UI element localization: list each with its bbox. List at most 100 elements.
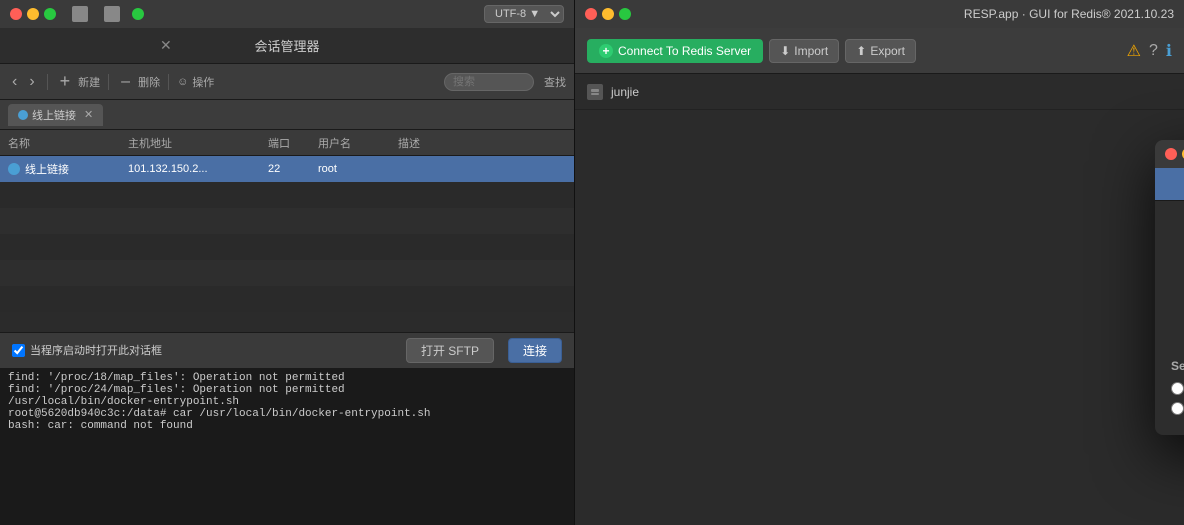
status-icon — [132, 8, 144, 20]
left-titlebar: UTF-8 ▼ — [0, 0, 574, 28]
import-button[interactable]: ⬇ Import — [769, 39, 839, 63]
username-label: Username: — [1171, 329, 1184, 343]
password-label: Password: — [1171, 293, 1184, 307]
ssh-radio[interactable] — [1171, 402, 1184, 415]
divider3 — [168, 74, 169, 90]
forward-button[interactable]: › — [25, 71, 38, 93]
r-close-button[interactable] — [585, 8, 597, 20]
terminal-line: root@5620db940c3c:/data# car /usr/local/… — [8, 408, 566, 420]
address-row: Address: : – 6377 + — [1171, 251, 1184, 277]
row-host: 101.132.150.2... — [128, 163, 268, 175]
bottom-bar: 当程序启动时打开此对话框 打开 SFTP 连接 — [0, 332, 574, 368]
auto-open-checkbox[interactable] — [12, 344, 25, 357]
address-label: Address: — [1171, 257, 1184, 271]
server-item[interactable]: junjie — [575, 74, 1184, 110]
connection-tabs: 线上链接 ✕ — [0, 100, 574, 130]
export-label: Export — [870, 44, 905, 58]
warning-icon-button[interactable]: ⚠ — [1127, 41, 1141, 61]
right-titlebar: RESP.app · GUI for Redis® 2021.10.23 — [575, 0, 1184, 28]
session-title: 会话管理器 — [254, 36, 319, 55]
right-app-title: RESP.app · GUI for Redis® 2021.10.23 — [964, 7, 1174, 21]
password-row: Password: Show password — [1171, 287, 1184, 313]
server-icon — [587, 84, 603, 100]
auto-open-label: 当程序启动时打开此对话框 — [30, 342, 162, 358]
empty-row — [0, 260, 574, 286]
import-icon: ⬇ — [780, 44, 790, 58]
modal-body: Name: Address: : – 6377 + Password: — [1155, 201, 1184, 435]
row-port: 22 — [268, 163, 318, 175]
col-host-header: 主机地址 — [128, 135, 268, 151]
encoding-selector[interactable]: UTF-8 ▼ — [484, 5, 564, 23]
ssl-row: SSL / TLS — [1171, 381, 1184, 395]
new-label: 新建 — [78, 74, 100, 90]
action-text: 操作 — [192, 74, 214, 90]
table-header: 名称 主机地址 端口 用户名 描述 — [0, 130, 574, 156]
col-port-header: 端口 — [268, 135, 318, 151]
conn-tab-label: 线上链接 — [32, 107, 76, 123]
info-icon-button[interactable]: ℹ — [1166, 41, 1172, 61]
minimize-button[interactable] — [27, 8, 39, 20]
help-icon-button[interactable]: ? — [1149, 42, 1158, 60]
left-panel: UTF-8 ▼ 会话管理器 ✕ ‹ › + 新建 – 删除 ☺ 操作 查找 线上… — [0, 0, 575, 525]
new-button[interactable]: + — [56, 69, 75, 94]
right-panel: RESP.app · GUI for Redis® 2021.10.23 + C… — [575, 0, 1184, 525]
connect-to-redis-button[interactable]: + Connect To Redis Server — [587, 39, 763, 63]
col-user-header: 用户名 — [318, 135, 398, 151]
row-name: 线上链接 — [8, 161, 128, 177]
connect-button[interactable]: 连接 — [508, 338, 562, 363]
session-toolbar: ‹ › + 新建 – 删除 ☺ 操作 查找 — [0, 64, 574, 100]
maximize-button[interactable] — [44, 8, 56, 20]
right-icon-group: ⚠ ? ℹ — [1127, 41, 1172, 61]
m-close-button[interactable] — [1165, 148, 1177, 160]
traffic-lights — [10, 8, 56, 20]
server-name: junjie — [611, 85, 639, 99]
session-bar: 会话管理器 ✕ — [0, 28, 574, 64]
export-button[interactable]: ⬆ Export — [845, 39, 916, 63]
username-row: Username: — [1171, 323, 1184, 349]
divider2 — [108, 74, 109, 90]
delete-label: 删除 — [138, 74, 160, 90]
tab-how-to-connect[interactable]: How to connect — [1155, 168, 1184, 200]
conn-icon — [18, 110, 28, 120]
new-connection-modal: New Connection Settings How to connect C… — [1155, 140, 1184, 435]
modal-titlebar: New Connection Settings — [1155, 140, 1184, 168]
table-row[interactable]: 线上链接 101.132.150.2... 22 root — [0, 156, 574, 182]
row-user: root — [318, 163, 398, 175]
connect-redis-label: Connect To Redis Server — [618, 44, 751, 58]
auto-open-checkbox-label[interactable]: 当程序启动时打开此对话框 — [12, 342, 162, 358]
name-label: Name: — [1171, 221, 1184, 235]
connection-tab[interactable]: 线上链接 ✕ — [8, 104, 103, 126]
right-traffic-lights — [585, 8, 631, 20]
right-toolbar: + Connect To Redis Server ⬇ Import ⬆ Exp… — [575, 28, 1184, 74]
security-title: Security — [1171, 359, 1184, 373]
terminal-line: bash: car: command not found — [8, 420, 566, 432]
sftp-button[interactable]: 打开 SFTP — [406, 338, 494, 363]
back-button[interactable]: ‹ — [8, 71, 21, 93]
r-minimize-button[interactable] — [602, 8, 614, 20]
empty-row — [0, 286, 574, 312]
modal-traffic-lights — [1165, 148, 1184, 160]
r-maximize-button[interactable] — [619, 8, 631, 20]
plus-icon: + — [599, 44, 613, 58]
folder-icon — [72, 6, 88, 22]
col-desc-header: 描述 — [398, 135, 566, 151]
conn-tab-close[interactable]: ✕ — [84, 108, 93, 121]
name-row: Name: — [1171, 215, 1184, 241]
security-section: Security SSL / TLS SSH Tunnel — [1171, 359, 1184, 415]
find-label: 查找 — [544, 74, 566, 90]
modal-tabs: How to connect Connection Settings Advan… — [1155, 168, 1184, 201]
ssl-radio[interactable] — [1171, 382, 1184, 395]
close-button[interactable] — [10, 8, 22, 20]
settings-icon — [104, 6, 120, 22]
import-label: Import — [794, 44, 828, 58]
globe-icon — [8, 163, 20, 175]
delete-button[interactable]: – — [117, 71, 134, 93]
empty-row — [0, 234, 574, 260]
export-icon: ⬆ — [856, 44, 866, 58]
search-input[interactable] — [444, 73, 534, 91]
empty-row — [0, 208, 574, 234]
divider — [47, 74, 48, 90]
empty-row — [0, 182, 574, 208]
terminal-area: find: '/proc/18/map_files': Operation no… — [0, 368, 574, 525]
session-close-icon[interactable]: ✕ — [160, 37, 172, 54]
